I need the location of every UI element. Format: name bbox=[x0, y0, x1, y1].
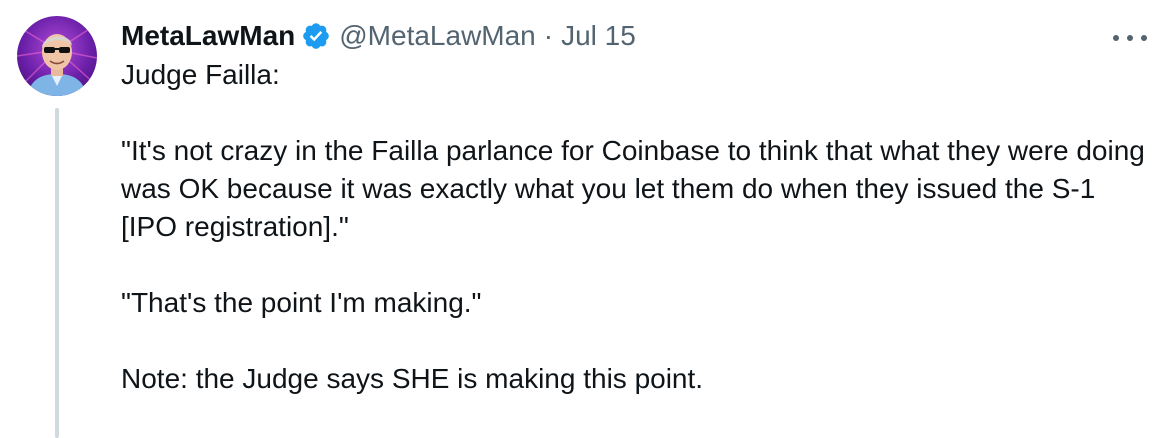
tweet-paragraph: "That's the point I'm making." bbox=[121, 287, 482, 318]
tweet-header: MetaLawMan @MetaLawMan · Jul 15 bbox=[121, 18, 1151, 54]
display-name[interactable]: MetaLawMan bbox=[121, 20, 295, 52]
avatar-column bbox=[17, 16, 97, 438]
tweet-paragraph: "It's not crazy in the Failla parlance f… bbox=[121, 135, 1145, 242]
verified-badge-icon bbox=[301, 21, 331, 51]
thread-line bbox=[55, 108, 59, 438]
tweet-text: Judge Failla: "It's not crazy in the Fai… bbox=[121, 56, 1151, 398]
handle[interactable]: @MetaLawMan bbox=[339, 20, 536, 52]
tweet-paragraph: Note: the Judge says SHE is making this … bbox=[121, 363, 704, 394]
avatar-image bbox=[17, 23, 97, 96]
avatar[interactable] bbox=[17, 16, 97, 96]
tweet-paragraph: Judge Failla: bbox=[121, 59, 280, 90]
tweet[interactable]: MetaLawMan @MetaLawMan · Jul 15 Judge Fa… bbox=[0, 0, 1164, 438]
separator-dot: · bbox=[543, 20, 554, 51]
more-options-icon[interactable] bbox=[1113, 24, 1147, 52]
tweet-date[interactable]: Jul 15 bbox=[561, 20, 636, 52]
tweet-content: MetaLawMan @MetaLawMan · Jul 15 Judge Fa… bbox=[121, 18, 1151, 398]
